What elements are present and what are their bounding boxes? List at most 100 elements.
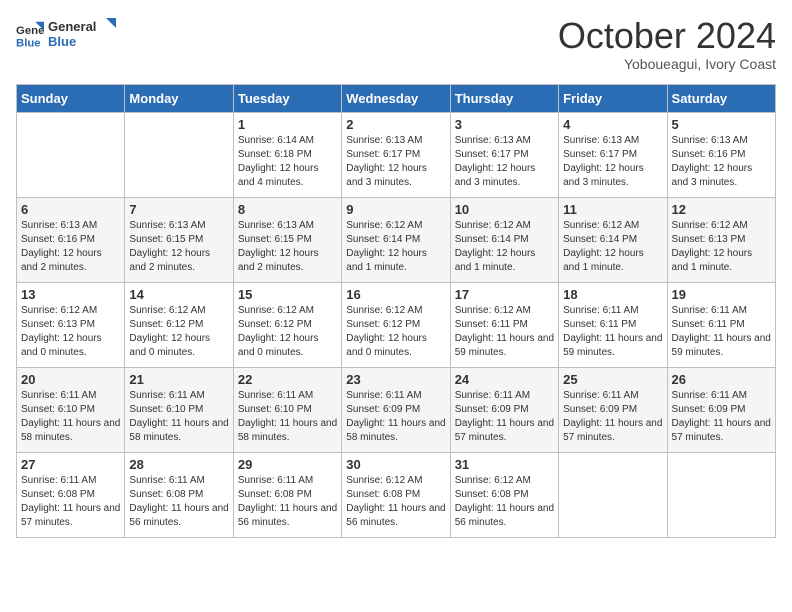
cell-info: Sunrise: 6:11 AM Sunset: 6:09 PM Dayligh… (455, 389, 554, 445)
cell-info: Sunrise: 6:11 AM Sunset: 6:08 PM Dayligh… (21, 474, 120, 530)
day-header-tuesday: Tuesday (233, 84, 341, 112)
calendar-cell: 8 Sunrise: 6:13 AM Sunset: 6:15 PM Daylig… (233, 197, 341, 282)
calendar-cell: 20Sunrise: 6:11 AM Sunset: 6:10 PM Dayli… (17, 367, 125, 452)
cell-info: Sunrise: 6:12 AM Sunset: 6:13 PM Dayligh… (21, 304, 120, 360)
calendar-cell: 13 Sunrise: 6:12 AM Sunset: 6:13 PM Dayli… (17, 282, 125, 367)
date-number: 24 (455, 372, 554, 387)
cell-info: Sunrise: 6:12 AM Sunset: 6:14 PM Dayligh… (346, 219, 445, 275)
calendar-cell: 1 Sunrise: 6:14 AM Sunset: 6:18 PM Daylig… (233, 112, 341, 197)
cell-info: Sunrise: 6:14 AM Sunset: 6:18 PM Dayligh… (238, 134, 337, 190)
date-number: 2 (346, 117, 445, 132)
date-number: 31 (455, 457, 554, 472)
cell-info: Sunrise: 6:12 AM Sunset: 6:14 PM Dayligh… (455, 219, 554, 275)
cell-info: Sunrise: 6:11 AM Sunset: 6:09 PM Dayligh… (563, 389, 662, 445)
date-number: 5 (672, 117, 771, 132)
day-header-monday: Monday (125, 84, 233, 112)
day-header-sunday: Sunday (17, 84, 125, 112)
location-subtitle: Yoboueagui, Ivory Coast (558, 56, 776, 72)
date-number: 11 (563, 202, 662, 217)
calendar-cell: 28Sunrise: 6:11 AM Sunset: 6:08 PM Dayli… (125, 452, 233, 537)
date-number: 20 (21, 372, 120, 387)
date-number: 23 (346, 372, 445, 387)
calendar-week-row: 20 Sunrise: 6:11 AM Sunset: 6:10 PM Dayli… (17, 367, 776, 452)
calendar-cell: 24 Sunrise: 6:11 AM Sunset: 6:09 PM Dayli… (450, 367, 558, 452)
cell-info: Sunrise: 6:12 AM Sunset: 6:08 PM Dayligh… (346, 474, 445, 530)
calendar-cell: 18 Sunrise: 6:11 AM Sunset: 6:11 PM Dayli… (559, 282, 667, 367)
date-number: 1 (238, 117, 337, 132)
calendar-cell: 12Sunrise: 6:12 AM Sunset: 6:13 PM Dayli… (667, 197, 775, 282)
day-header-wednesday: Wednesday (342, 84, 450, 112)
date-number: 7 (129, 202, 228, 217)
cell-info: Sunrise: 6:13 AM Sunset: 6:15 PM Dayligh… (129, 219, 228, 275)
calendar-week-row: 6 Sunrise: 6:13 AM Sunset: 6:16 PM Daylig… (17, 197, 776, 282)
cell-info: Sunrise: 6:12 AM Sunset: 6:12 PM Dayligh… (129, 304, 228, 360)
cell-info: Sunrise: 6:12 AM Sunset: 6:12 PM Dayligh… (346, 304, 445, 360)
date-number: 12 (672, 202, 771, 217)
cell-info: Sunrise: 6:13 AM Sunset: 6:17 PM Dayligh… (346, 134, 445, 190)
date-number: 6 (21, 202, 120, 217)
date-number: 13 (21, 287, 120, 302)
day-header-saturday: Saturday (667, 84, 775, 112)
date-number: 18 (563, 287, 662, 302)
calendar-cell: 30Sunrise: 6:12 AM Sunset: 6:08 PM Dayli… (342, 452, 450, 537)
cell-info: Sunrise: 6:11 AM Sunset: 6:09 PM Dayligh… (672, 389, 771, 445)
date-number: 14 (129, 287, 228, 302)
calendar-cell (17, 112, 125, 197)
cell-info: Sunrise: 6:13 AM Sunset: 6:16 PM Dayligh… (21, 219, 120, 275)
logo-icon: General Blue (16, 20, 44, 48)
date-number: 17 (455, 287, 554, 302)
date-number: 8 (238, 202, 337, 217)
calendar-cell: 19Sunrise: 6:11 AM Sunset: 6:11 PM Dayli… (667, 282, 775, 367)
calendar-cell (667, 452, 775, 537)
cell-info: Sunrise: 6:11 AM Sunset: 6:11 PM Dayligh… (563, 304, 662, 360)
calendar-cell: 3Sunrise: 6:13 AM Sunset: 6:17 PM Daylig… (450, 112, 558, 197)
logo-svg: General Blue (48, 16, 118, 52)
date-number: 22 (238, 372, 337, 387)
calendar-cell: 7 Sunrise: 6:13 AM Sunset: 6:15 PM Daylig… (125, 197, 233, 282)
calendar-cell: 31 Sunrise: 6:12 AM Sunset: 6:08 PM Dayli… (450, 452, 558, 537)
cell-info: Sunrise: 6:11 AM Sunset: 6:11 PM Dayligh… (672, 304, 771, 360)
calendar-table: SundayMondayTuesdayWednesdayThursdayFrid… (16, 84, 776, 538)
date-number: 10 (455, 202, 554, 217)
date-number: 25 (563, 372, 662, 387)
cell-info: Sunrise: 6:12 AM Sunset: 6:14 PM Dayligh… (563, 219, 662, 275)
calendar-cell: 22Sunrise: 6:11 AM Sunset: 6:10 PM Dayli… (233, 367, 341, 452)
calendar-cell: 23 Sunrise: 6:11 AM Sunset: 6:09 PM Dayli… (342, 367, 450, 452)
calendar-cell: 27Sunrise: 6:11 AM Sunset: 6:08 PM Dayli… (17, 452, 125, 537)
calendar-cell: 4 Sunrise: 6:13 AM Sunset: 6:17 PM Daylig… (559, 112, 667, 197)
date-number: 29 (238, 457, 337, 472)
month-title: October 2024 (558, 16, 776, 56)
calendar-cell: 14 Sunrise: 6:12 AM Sunset: 6:12 PM Dayli… (125, 282, 233, 367)
calendar-cell: 5 Sunrise: 6:13 AM Sunset: 6:16 PM Daylig… (667, 112, 775, 197)
calendar-week-row: 1 Sunrise: 6:14 AM Sunset: 6:18 PM Daylig… (17, 112, 776, 197)
cell-info: Sunrise: 6:11 AM Sunset: 6:10 PM Dayligh… (129, 389, 228, 445)
calendar-cell: 17 Sunrise: 6:12 AM Sunset: 6:11 PM Dayli… (450, 282, 558, 367)
date-number: 16 (346, 287, 445, 302)
calendar-cell: 25 Sunrise: 6:11 AM Sunset: 6:09 PM Dayli… (559, 367, 667, 452)
cell-info: Sunrise: 6:13 AM Sunset: 6:17 PM Dayligh… (455, 134, 554, 190)
cell-info: Sunrise: 6:13 AM Sunset: 6:17 PM Dayligh… (563, 134, 662, 190)
cell-info: Sunrise: 6:11 AM Sunset: 6:09 PM Dayligh… (346, 389, 445, 445)
svg-text:General: General (48, 19, 96, 34)
cell-info: Sunrise: 6:12 AM Sunset: 6:08 PM Dayligh… (455, 474, 554, 530)
date-number: 4 (563, 117, 662, 132)
svg-text:Blue: Blue (16, 37, 41, 48)
calendar-cell: 11 Sunrise: 6:12 AM Sunset: 6:14 PM Dayli… (559, 197, 667, 282)
calendar-cell: 2 Sunrise: 6:13 AM Sunset: 6:17 PM Daylig… (342, 112, 450, 197)
calendar-header-row: SundayMondayTuesdayWednesdayThursdayFrid… (17, 84, 776, 112)
svg-text:General: General (16, 25, 44, 37)
calendar-cell: 16 Sunrise: 6:12 AM Sunset: 6:12 PM Dayli… (342, 282, 450, 367)
cell-info: Sunrise: 6:11 AM Sunset: 6:08 PM Dayligh… (238, 474, 337, 530)
date-number: 15 (238, 287, 337, 302)
calendar-cell: 9Sunrise: 6:12 AM Sunset: 6:14 PM Daylig… (342, 197, 450, 282)
calendar-cell (125, 112, 233, 197)
cell-info: Sunrise: 6:13 AM Sunset: 6:15 PM Dayligh… (238, 219, 337, 275)
cell-info: Sunrise: 6:12 AM Sunset: 6:11 PM Dayligh… (455, 304, 554, 360)
date-number: 21 (129, 372, 228, 387)
calendar-week-row: 13 Sunrise: 6:12 AM Sunset: 6:13 PM Dayli… (17, 282, 776, 367)
calendar-cell: 10 Sunrise: 6:12 AM Sunset: 6:14 PM Dayli… (450, 197, 558, 282)
calendar-cell: 21 Sunrise: 6:11 AM Sunset: 6:10 PM Dayli… (125, 367, 233, 452)
cell-info: Sunrise: 6:13 AM Sunset: 6:16 PM Dayligh… (672, 134, 771, 190)
page-header: General Blue General Blue October 2024 Y… (16, 16, 776, 72)
day-header-thursday: Thursday (450, 84, 558, 112)
